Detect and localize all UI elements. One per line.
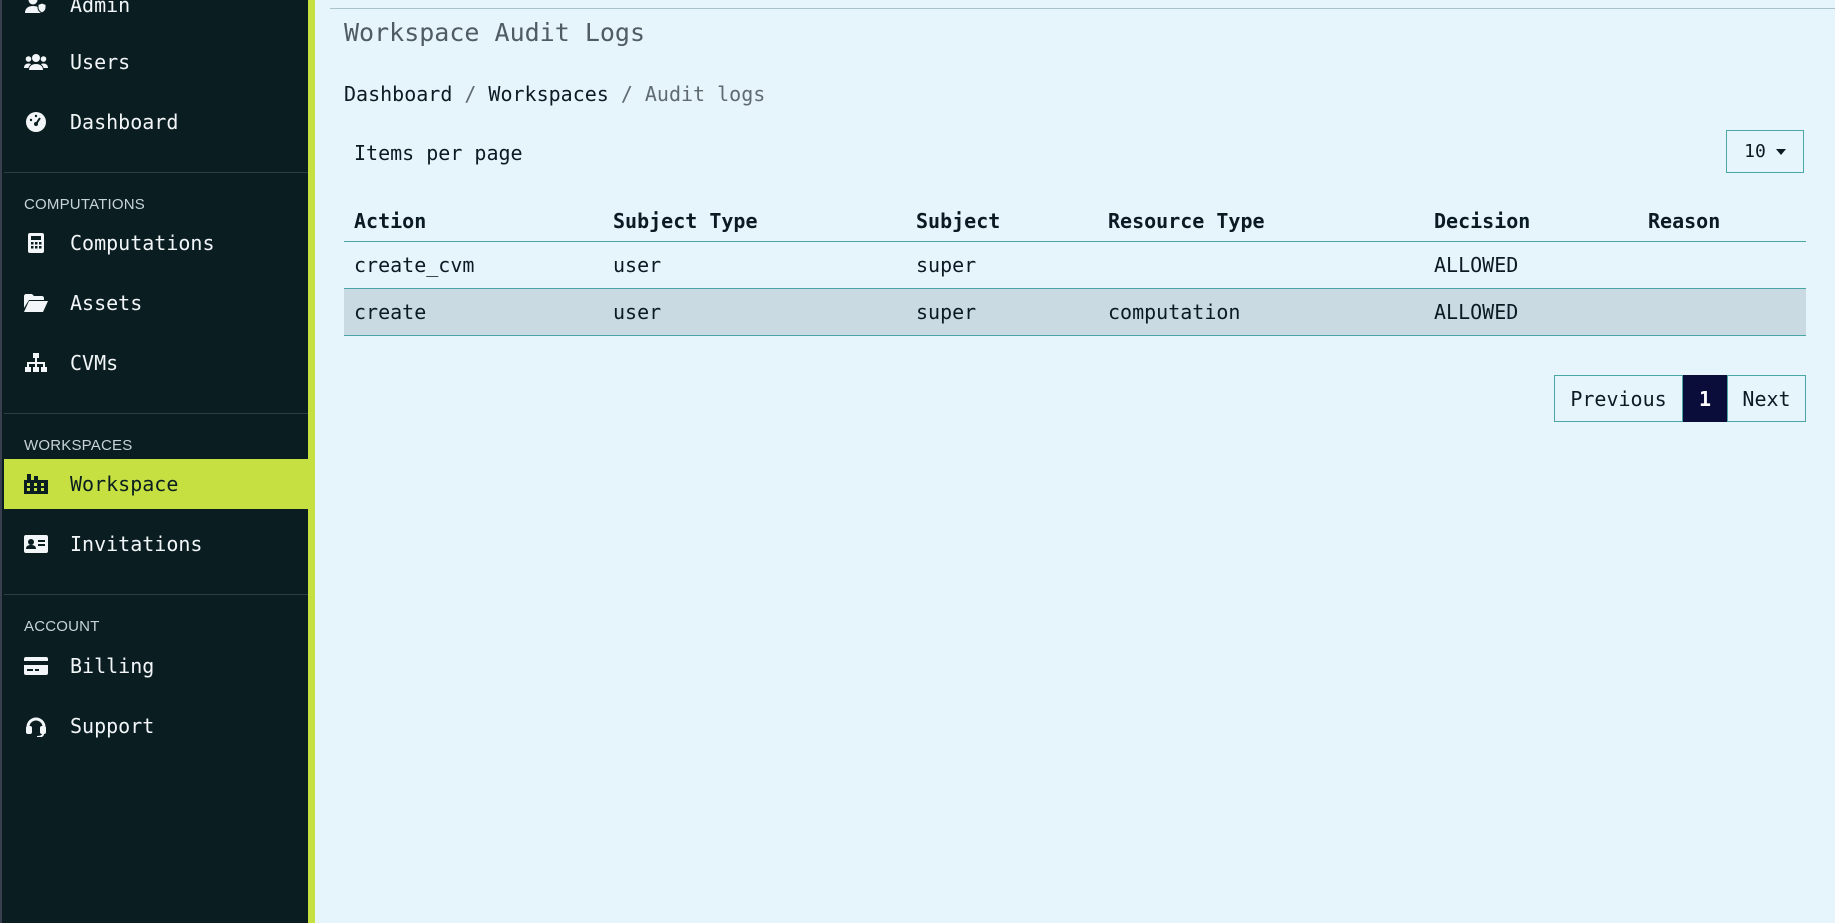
sidebar-item-workspace[interactable]: Workspace [4, 459, 310, 509]
column-header-reason: Reason [1638, 200, 1806, 242]
sidebar-accent-bar [308, 0, 315, 923]
gauge-icon [24, 110, 48, 134]
cell-resource-type [1098, 241, 1424, 289]
section-label-computations: COMPUTATIONS [24, 196, 146, 213]
sidebar-item-label: Dashboard [70, 110, 179, 134]
cell-subject: super [906, 241, 1098, 289]
breadcrumb-workspaces[interactable]: Workspaces [488, 82, 608, 106]
breadcrumb-separator: / [464, 82, 477, 106]
headset-icon [24, 714, 48, 738]
cell-decision: ALLOWED [1424, 241, 1638, 289]
sidebar-item-label: Assets [70, 291, 143, 315]
sidebar-item-label: Computations [70, 231, 215, 255]
caret-down-icon [1775, 148, 1786, 155]
section-label-workspaces: WORKSPACES [24, 437, 133, 454]
table-row: create_cvm user super ALLOWED [344, 241, 1806, 289]
items-per-page-value: 10 [1744, 141, 1766, 162]
cell-action: create [344, 288, 603, 336]
audit-logs-table: Action Subject Type Subject Resource Typ… [344, 200, 1806, 336]
pagination: Previous 1 Next [1554, 375, 1806, 422]
sidebar-item-admin[interactable]: Admin [4, 0, 310, 30]
next-page-button[interactable]: Next [1727, 375, 1806, 422]
id-card-icon [24, 532, 48, 556]
page-1-button[interactable]: 1 [1683, 375, 1727, 422]
page-title: Workspace Audit Logs [344, 18, 646, 47]
cell-decision: ALLOWED [1424, 288, 1638, 336]
sidebar-item-users[interactable]: Users [4, 37, 310, 87]
cell-reason [1638, 288, 1806, 336]
breadcrumb-current: Audit logs [644, 82, 766, 106]
section-label-account: ACCOUNT [24, 618, 100, 635]
items-per-page-label: Items per page [354, 141, 523, 165]
sidebar-item-label: Admin [70, 0, 131, 17]
previous-page-button[interactable]: Previous [1554, 375, 1683, 422]
cell-action: create_cvm [344, 241, 603, 289]
column-header-subject-type: Subject Type [603, 200, 906, 242]
sidebar-item-invitations[interactable]: Invitations [4, 519, 310, 569]
column-header-action: Action [344, 200, 603, 242]
cell-subject: super [906, 288, 1098, 336]
breadcrumb: Dashboard / Workspaces / Audit logs [344, 82, 765, 106]
sidebar-divider [4, 172, 310, 173]
sidebar-item-label: Invitations [70, 532, 203, 556]
table-header-row: Action Subject Type Subject Resource Typ… [344, 200, 1806, 242]
cell-reason [1638, 241, 1806, 289]
sidebar-item-label: CVMs [70, 351, 119, 375]
sidebar-item-label: Workspace [70, 472, 179, 496]
sidebar-item-support[interactable]: Support [4, 701, 310, 751]
sidebar-item-billing[interactable]: Billing [4, 641, 310, 691]
credit-card-icon [24, 654, 48, 678]
sidebar-divider [4, 594, 310, 595]
column-header-subject: Subject [906, 200, 1098, 242]
breadcrumb-dashboard[interactable]: Dashboard [344, 82, 452, 106]
header-divider [330, 8, 1835, 9]
sidebar: Admin Users Dashboard COMPUTATIONS Compu… [0, 0, 310, 923]
calculator-icon [24, 231, 48, 255]
breadcrumb-separator: / [620, 82, 633, 106]
column-header-decision: Decision [1424, 200, 1638, 242]
table-row: create user super computation ALLOWED [344, 288, 1806, 336]
sidebar-item-assets[interactable]: Assets [4, 278, 310, 328]
sidebar-item-dashboard[interactable]: Dashboard [4, 97, 310, 147]
sidebar-item-computations[interactable]: Computations [4, 218, 310, 268]
sidebar-item-cvms[interactable]: CVMs [4, 338, 310, 388]
items-per-page-select[interactable]: 10 [1726, 130, 1804, 173]
sidebar-divider [4, 413, 310, 414]
cell-subject-type: user [603, 288, 906, 336]
users-icon [24, 50, 48, 74]
sidebar-item-label: Users [70, 50, 131, 74]
building-icon [24, 472, 48, 496]
sidebar-item-label: Billing [70, 654, 155, 678]
sidebar-item-label: Support [70, 714, 155, 738]
folder-open-icon [24, 291, 48, 315]
user-shield-icon [24, 0, 48, 17]
cell-resource-type: computation [1098, 288, 1424, 336]
sitemap-icon [24, 351, 48, 375]
cell-subject-type: user [603, 241, 906, 289]
column-header-resource-type: Resource Type [1098, 200, 1424, 242]
